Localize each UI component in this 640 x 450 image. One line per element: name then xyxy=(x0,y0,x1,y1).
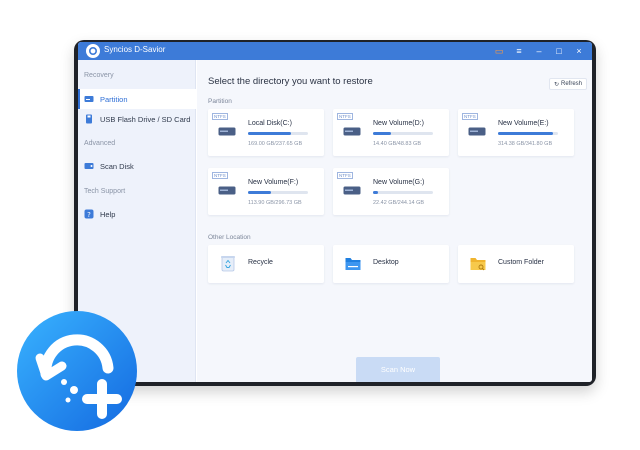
location-card-custom-folder[interactable]: Custom Folder xyxy=(458,245,574,283)
syncios-logo-icon xyxy=(17,311,137,431)
maximize-icon[interactable]: □ xyxy=(554,45,564,57)
usage-bar-fill xyxy=(373,191,379,194)
location-name: Custom Folder xyxy=(498,259,544,266)
usage-bar xyxy=(498,132,558,135)
desktop-folder-icon xyxy=(345,258,361,270)
recycle-bin-icon xyxy=(221,256,235,272)
location-name: Desktop xyxy=(373,259,399,266)
usage-bar xyxy=(373,191,433,194)
sidebar-section-tech-support: Tech Support xyxy=(84,188,126,195)
refresh-icon: ↻ xyxy=(553,81,559,88)
usage-bar xyxy=(373,132,433,135)
scan-now-button[interactable]: Scan Now xyxy=(356,357,440,382)
hard-drive-icon xyxy=(218,186,236,195)
volume-size: 314.38 GB/341.80 GB xyxy=(498,141,553,147)
hard-drive-icon xyxy=(343,127,361,136)
svg-text:?: ? xyxy=(87,211,91,219)
other-location-label: Other Location xyxy=(208,234,251,241)
app-logo-icon xyxy=(86,44,100,58)
location-card-desktop[interactable]: Desktop xyxy=(333,245,449,283)
volume-name: New Volume(G:) xyxy=(373,179,425,186)
fs-badge: NTFS xyxy=(212,113,228,120)
close-icon[interactable]: × xyxy=(574,45,584,57)
menu-icon[interactable]: ≡ xyxy=(514,45,524,57)
fs-badge: NTFS xyxy=(462,113,478,120)
refresh-label: Refresh xyxy=(560,81,582,87)
volume-size: 113.90 GB/296.73 GB xyxy=(248,200,302,206)
hard-drive-icon xyxy=(468,127,486,136)
sidebar-item-label: Partition xyxy=(100,94,128,104)
volume-name: New Volume(D:) xyxy=(373,120,424,127)
sidebar-item-partition[interactable]: Partition xyxy=(78,89,196,109)
partition-card-g[interactable]: NTFS New Volume(G:) 22.42 GB/244.14 GB xyxy=(333,168,449,215)
partition-icon xyxy=(84,94,94,104)
location-card-recycle[interactable]: Recycle xyxy=(208,245,324,283)
volume-size: 22.42 GB/244.14 GB xyxy=(373,200,425,206)
sidebar-section-advanced: Advanced xyxy=(84,140,116,147)
app-window: Syncios D-Savior ▭ ≡ – □ × Recovery Part… xyxy=(78,42,592,382)
partition-card-f[interactable]: NTFS New Volume(F:) 113.90 GB/296.73 GB xyxy=(208,168,324,215)
volume-name: New Volume(F:) xyxy=(248,179,299,186)
usage-bar-fill xyxy=(373,132,391,135)
hard-drive-icon xyxy=(343,186,361,195)
app-title: Syncios D-Savior xyxy=(104,45,166,54)
refresh-button[interactable]: ↻ Refresh xyxy=(548,78,587,90)
volume-size: 169.00 GB/237.65 GB xyxy=(248,141,303,147)
partition-card-d[interactable]: NTFS New Volume(D:) 14.40 GB/48.83 GB xyxy=(333,109,449,156)
sidebar-item-scan-disk[interactable]: Scan Disk xyxy=(78,156,196,176)
main-content: Select the directory you want to restore… xyxy=(197,60,592,382)
sidebar-section-recovery: Recovery xyxy=(84,72,114,79)
usage-bar-fill xyxy=(248,132,291,135)
volume-name: Local Disk(C:) xyxy=(248,120,292,127)
fs-badge: NTFS xyxy=(337,172,353,179)
hard-drive-icon xyxy=(218,127,236,136)
partition-card-c[interactable]: NTFS Local Disk(C:) 169.00 GB/237.65 GB xyxy=(208,109,324,156)
custom-folder-icon xyxy=(470,258,486,271)
window-controls: ▭ ≡ – □ × xyxy=(494,45,584,57)
usage-bar-fill xyxy=(498,132,554,135)
gift-icon[interactable]: ▭ xyxy=(494,45,504,57)
help-icon: ? xyxy=(84,209,94,219)
usage-bar-fill xyxy=(248,191,271,194)
partition-group-label: Partition xyxy=(208,98,232,105)
sidebar-item-help[interactable]: ? Help xyxy=(78,204,196,224)
volume-name: New Volume(E:) xyxy=(498,120,549,127)
sidebar-item-label: USB Flash Drive / SD Card xyxy=(100,114,191,124)
title-bar: Syncios D-Savior ▭ ≡ – □ × xyxy=(78,42,592,60)
page-title: Select the directory you want to restore xyxy=(208,76,373,87)
fs-badge: NTFS xyxy=(337,113,353,120)
fs-badge: NTFS xyxy=(212,172,228,179)
sidebar-item-label: Help xyxy=(100,209,116,219)
sidebar-item-label: Scan Disk xyxy=(100,161,134,171)
disk-icon xyxy=(84,161,94,171)
usb-icon xyxy=(84,114,94,124)
usage-bar xyxy=(248,132,308,135)
volume-size: 14.40 GB/48.83 GB xyxy=(373,141,422,147)
minimize-icon[interactable]: – xyxy=(534,45,544,57)
partition-card-e[interactable]: NTFS New Volume(E:) 314.38 GB/341.80 GB xyxy=(458,109,574,156)
sidebar-item-usb[interactable]: USB Flash Drive / SD Card xyxy=(78,109,196,129)
usage-bar xyxy=(248,191,308,194)
location-name: Recycle xyxy=(248,259,273,266)
